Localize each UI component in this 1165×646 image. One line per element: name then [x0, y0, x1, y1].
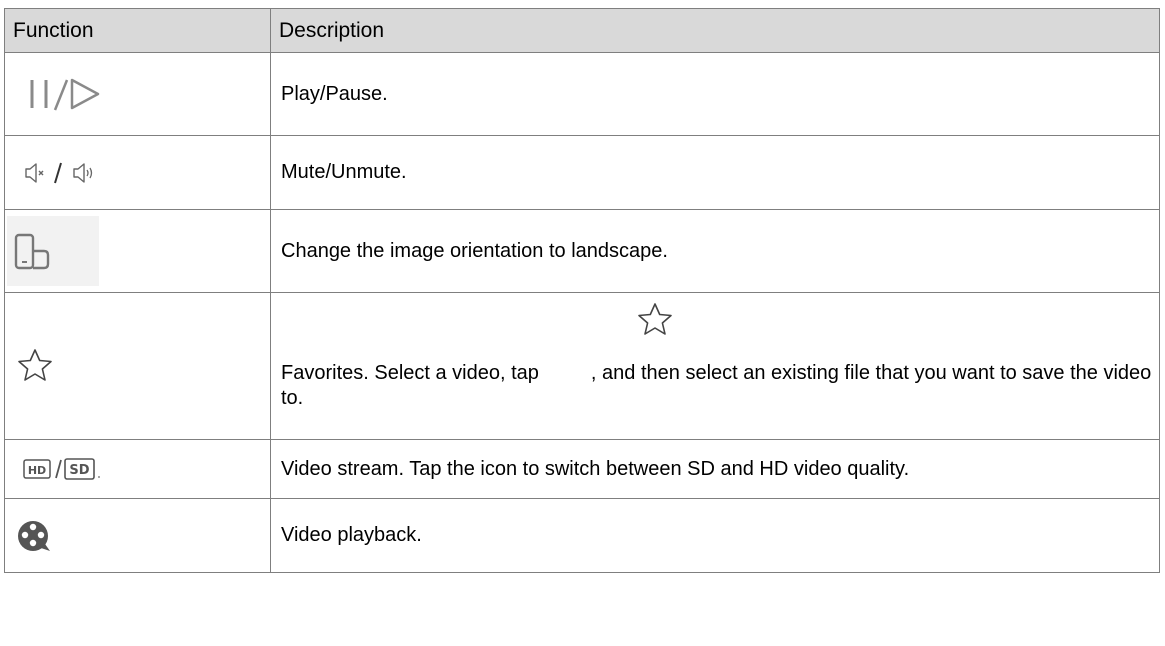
function-table: Function Description Play/Pause. Mute/Un…: [4, 8, 1160, 573]
description-cell: Mute/Unmute.: [270, 135, 1160, 210]
function-header: Function: [4, 8, 271, 53]
video-playback-icon: [15, 516, 270, 556]
mute-unmute-icon: [15, 158, 270, 188]
table-row: Mute/Unmute.: [4, 135, 1160, 210]
table-row: Video playback.: [4, 498, 1160, 573]
function-cell: HD SD: [4, 439, 271, 499]
function-cell: [4, 498, 271, 573]
hd-sd-icon: HD SD: [15, 454, 270, 484]
hd-label: HD: [28, 464, 46, 477]
function-cell: [4, 135, 271, 210]
table-header-row: Function Description: [4, 8, 1160, 53]
star-icon: [635, 300, 675, 340]
table-row: Favorites. Select a video, tap, and then…: [4, 292, 1160, 440]
landscape-rotate-icon: [7, 216, 270, 286]
table-row: HD SD Video stream. Tap the icon to swit…: [4, 439, 1160, 499]
description-text: Favorites. Select a video, tap: [281, 362, 539, 384]
function-cell: [4, 292, 271, 440]
description-cell: Play/Pause.: [270, 52, 1160, 136]
description-cell: Favorites. Select a video, tap, and then…: [270, 292, 1160, 440]
pause-play-icon: [15, 74, 270, 114]
description-cell: Video stream. Tap the icon to switch bet…: [270, 439, 1160, 499]
function-cell: [4, 52, 271, 136]
function-cell: [4, 209, 271, 293]
description-header: Description: [270, 8, 1160, 53]
table-row: Change the image orientation to landscap…: [4, 209, 1160, 293]
star-icon: [15, 346, 270, 386]
description-cell: Video playback.: [270, 498, 1160, 573]
table-row: Play/Pause.: [4, 52, 1160, 136]
description-cell: Change the image orientation to landscap…: [270, 209, 1160, 293]
sd-label: SD: [69, 463, 89, 478]
